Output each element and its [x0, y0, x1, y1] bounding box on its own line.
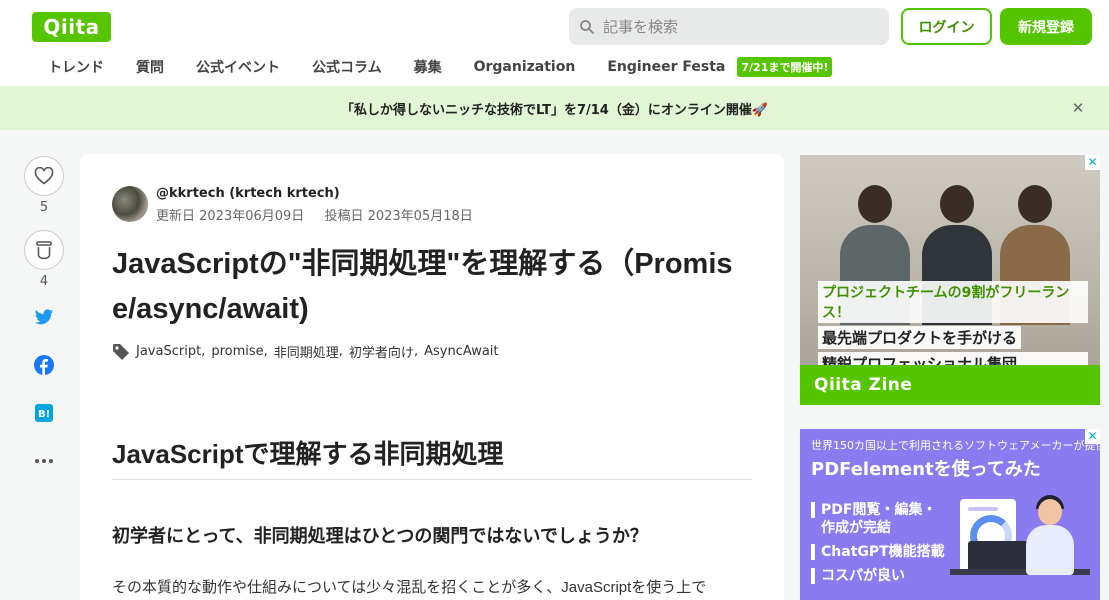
search-input[interactable] — [603, 17, 873, 36]
tag-beginners[interactable]: 初学者向け — [349, 342, 414, 361]
subsection-heading: 初学者にとって、非同期処理はひとつの関門ではないでしょうか？ — [112, 526, 648, 546]
ad-line-1: プロジェクトチームの9割がフリーランス！ — [818, 281, 1088, 323]
login-button[interactable]: ログイン — [901, 8, 992, 45]
twitter-share[interactable] — [24, 306, 64, 328]
stock-icon — [36, 241, 52, 260]
share-column: 5 4 B! — [24, 156, 64, 472]
banner-text[interactable]: 「私しか得しないニッチな技術でLT」を7/14（金）にオンライン開催🚀 — [341, 99, 768, 118]
ad2-feature: コスパが良い — [811, 567, 945, 585]
search-box[interactable] — [569, 8, 889, 45]
tag-async-processing[interactable]: 非同期処理 — [274, 342, 339, 361]
nav-item-engineer-festa[interactable]: Engineer Festa — [591, 59, 741, 75]
nav-item-recruit[interactable]: 募集 — [398, 57, 458, 77]
heart-icon — [34, 167, 54, 185]
article-dates: 更新日 2023年06月09日 投稿日 2023年05月18日 — [156, 205, 489, 224]
ad2-features: PDF閲覧・編集・ 作成が完結 ChatGPT機能搭載 コスパが良い — [811, 501, 945, 591]
ad2-title: PDFelementを使ってみた — [811, 459, 1041, 480]
ad-close-icon[interactable]: ✕ — [1085, 155, 1100, 170]
twitter-icon — [34, 308, 54, 324]
article-card: @kkrtech (krtech krtech) 更新日 2023年06月09日… — [80, 154, 784, 600]
nav-item-events[interactable]: 公式イベント — [180, 57, 296, 77]
announcement-banner[interactable]: 「私しか得しないニッチな技術でLT」を7/14（金）にオンライン開催🚀 ✕ — [0, 86, 1109, 130]
stock-count: 4 — [39, 274, 49, 289]
facebook-share[interactable] — [24, 354, 64, 376]
nav-item-organization[interactable]: Organization — [458, 59, 592, 75]
tag-promise[interactable]: promise — [211, 344, 263, 359]
tag-icon — [113, 343, 129, 360]
author-name[interactable]: @kkrtech (krtech krtech) — [156, 186, 489, 201]
author-block: @kkrtech (krtech krtech) 更新日 2023年06月09日… — [112, 186, 489, 224]
ad-qiita-zine[interactable]: ✕ プロジェクトチームの9割がフリーランス！ 最先端プロダクトを手がける 精鋭プ… — [800, 155, 1100, 405]
header: Qiita ログイン 新規登録 トレンド 質問 公式イベント 公式コラム 募集 … — [0, 0, 1109, 86]
article-title: JavaScriptの"非同期処理"を理解する（Promise/async/aw… — [112, 248, 733, 325]
qiita-zine-label: Qiita Zine — [800, 365, 1100, 405]
svg-text:B!: B! — [38, 409, 50, 420]
like-count: 5 — [39, 200, 49, 215]
ad2-feature: PDF閲覧・編集・ 作成が完結 — [811, 501, 945, 537]
tag-list: JavaScript, promise, 非同期処理, 初学者向け, Async… — [112, 342, 499, 361]
posted-date: 投稿日 2023年05月18日 — [324, 209, 473, 224]
updated-date: 更新日 2023年06月09日 — [156, 209, 305, 224]
ad-pdfelement[interactable]: ✕ 世界150カ国以上で利用されるソフトウェアメーカーが提供 PDFelemen… — [800, 429, 1100, 600]
like-button[interactable] — [24, 156, 64, 196]
festa-badge: 7/21まで開催中! — [737, 57, 833, 77]
ad2-tagline: 世界150カ国以上で利用されるソフトウェアメーカーが提供 — [811, 439, 1100, 452]
person-illustration — [1026, 525, 1074, 575]
ad2-feature: ChatGPT機能搭載 — [811, 543, 945, 561]
facebook-icon — [34, 355, 54, 375]
article-paragraph: その本質的な動作や仕組みについては少々混乱を招くことが多く、JavaScript… — [112, 579, 707, 596]
tag-javascript[interactable]: JavaScript — [136, 344, 201, 359]
hatena-share[interactable]: B! — [24, 402, 64, 424]
hatena-bookmark-icon: B! — [35, 404, 53, 422]
signup-button[interactable]: 新規登録 — [1000, 8, 1092, 45]
ad-line-2: 最先端プロダクトを手がける — [818, 326, 1022, 349]
close-icon[interactable]: ✕ — [1069, 99, 1087, 117]
nav-item-trend[interactable]: トレンド — [32, 57, 120, 77]
stock-button[interactable] — [24, 230, 64, 270]
nav-item-columns[interactable]: 公式コラム — [296, 57, 398, 77]
laptop-illustration — [968, 541, 1028, 571]
avatar[interactable] — [112, 186, 148, 222]
search-icon — [580, 19, 594, 34]
tag-asyncawait[interactable]: AsyncAwait — [424, 344, 498, 359]
qiita-logo[interactable]: Qiita — [32, 12, 111, 42]
nav-bar: トレンド 質問 公式イベント 公式コラム 募集 Organization Eng… — [32, 54, 833, 80]
more-options-button[interactable] — [24, 450, 64, 472]
nav-item-questions[interactable]: 質問 — [120, 57, 180, 77]
section-heading: JavaScriptで理解する非同期処理 — [112, 434, 752, 480]
more-icon — [35, 459, 53, 463]
